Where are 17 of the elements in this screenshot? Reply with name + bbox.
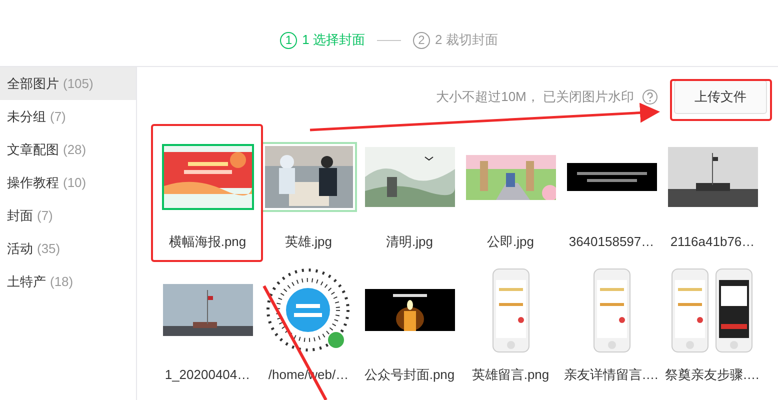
file-name: 英雄.jpg [285, 234, 332, 250]
file-name: 2116a41b76… [670, 234, 755, 250]
file-name: 公即.jpg [487, 234, 534, 250]
file-name: 1_20200404… [164, 367, 250, 383]
file-name: 祭奠亲友步骤.… [665, 367, 760, 383]
upload-hint: 大小不超过10M， 已关闭图片水印 [436, 88, 634, 106]
sidebar-item[interactable]: 全部图片 (105) [0, 67, 136, 100]
file-name: 横幅海报.png [168, 234, 246, 250]
file-name: 公众号封面.png [364, 367, 455, 383]
step: 2 2 裁切封面 [413, 30, 498, 50]
upload-button[interactable]: 上传文件 [674, 80, 767, 114]
help-icon[interactable] [642, 89, 658, 105]
file-name: 英雄留言.png [472, 367, 550, 383]
file-name: 亲友详情留言.… [564, 367, 659, 383]
file-name: 清明.jpg [386, 234, 433, 250]
file-name: 3640158597… [568, 234, 654, 250]
step: 1 1 选择封面 [280, 30, 365, 50]
